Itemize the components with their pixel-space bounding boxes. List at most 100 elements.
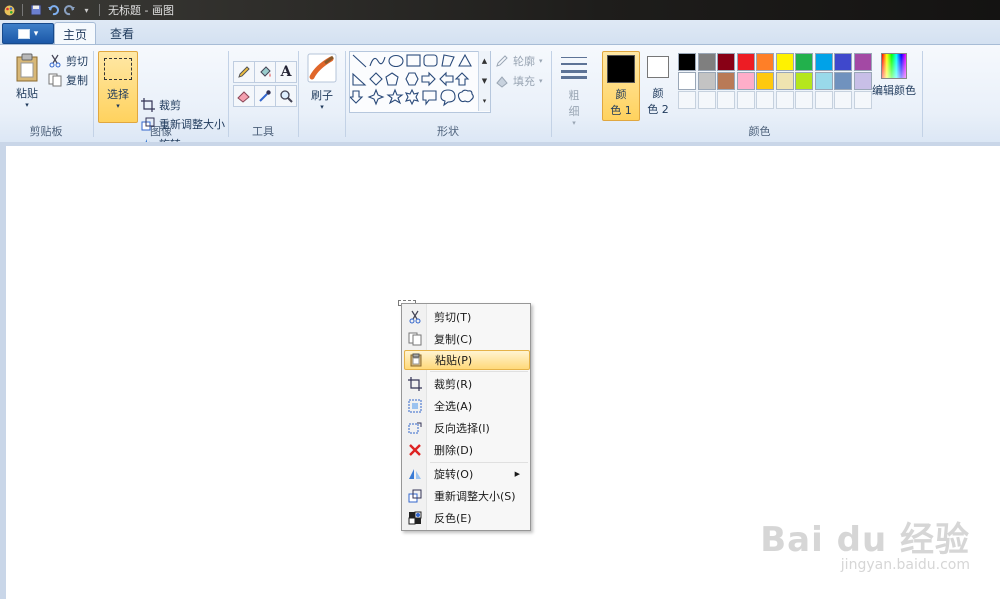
fill-tool[interactable] — [254, 61, 276, 83]
chevron-down-icon: ▾ — [539, 77, 543, 85]
menu-item-resize[interactable]: 重新调整大小(S) — [404, 486, 528, 506]
palette-swatch[interactable] — [736, 72, 755, 90]
paint-app-icon[interactable] — [3, 4, 16, 17]
resize-label: 重新调整大小 — [159, 118, 225, 131]
group-divider — [922, 51, 923, 137]
custom-color-slot[interactable] — [697, 91, 716, 109]
custom-color-slot[interactable] — [795, 91, 813, 109]
menu-item-invert-color[interactable]: 反色(E) — [404, 508, 528, 528]
palette-swatch[interactable] — [795, 53, 813, 71]
custom-color-slot[interactable] — [775, 91, 794, 109]
menu-separator — [430, 371, 528, 372]
palette-swatch[interactable] — [697, 72, 716, 90]
palette-swatch[interactable] — [775, 53, 794, 71]
palette-swatch[interactable] — [853, 53, 872, 71]
custom-color-slot[interactable] — [717, 91, 735, 109]
group-divider — [298, 51, 299, 137]
shapes-gallery-scroller[interactable]: ▲ ▼ ▾ — [478, 51, 490, 111]
four-point-star-shape-icon — [367, 88, 385, 106]
palette-swatch[interactable] — [736, 53, 755, 71]
select-button[interactable]: 选择 ▾ — [98, 51, 138, 123]
palette-swatch[interactable] — [814, 72, 833, 90]
gallery-expand-icon[interactable]: ▾ — [483, 97, 487, 105]
menu-item-label: 粘贴(P) — [435, 354, 473, 367]
outline-button[interactable]: 轮廓 ▾ — [495, 53, 543, 69]
palette-swatch[interactable] — [756, 72, 774, 90]
paste-button[interactable]: 粘贴 ▾ — [10, 53, 44, 109]
scroll-down-icon[interactable]: ▼ — [482, 77, 487, 85]
size-label-top: 粗 — [568, 89, 580, 102]
color1-label-top: 颜 — [615, 88, 627, 101]
edit-colors-button[interactable]: 编辑颜色 — [872, 53, 916, 98]
menu-item-rotate[interactable]: 旋转(O) ▶ — [404, 464, 528, 484]
menu-item-delete[interactable]: 删除(D) — [404, 440, 528, 460]
menu-item-paste[interactable]: 粘贴(P) — [404, 350, 530, 370]
palette-swatch[interactable] — [814, 53, 833, 71]
menu-item-invert-selection[interactable]: 反向选择(I) — [404, 418, 528, 438]
copy-button[interactable]: 复制 — [48, 72, 88, 88]
scroll-up-icon[interactable]: ▲ — [482, 57, 487, 65]
size-label-bottom: 细 — [568, 105, 580, 118]
eraser-tool[interactable] — [233, 85, 255, 107]
oval-shape-icon — [388, 54, 404, 68]
palette-swatch[interactable] — [717, 72, 735, 90]
up-arrow-shape-icon — [454, 72, 470, 86]
five-point-star-shape-icon — [386, 88, 404, 105]
chevron-down-icon: ▾ — [539, 57, 543, 65]
palette-swatch[interactable] — [697, 53, 716, 71]
pencil-icon — [238, 66, 250, 78]
resize-icon — [406, 488, 424, 504]
select-label: 选择 — [107, 88, 129, 101]
magnifier-tool[interactable] — [275, 85, 297, 107]
palette-swatch[interactable] — [756, 53, 774, 71]
paste-dropdown-icon: ▾ — [25, 101, 29, 109]
cut-button[interactable]: 剪切 — [48, 53, 88, 69]
custom-color-slot[interactable] — [756, 91, 774, 109]
undo-icon[interactable] — [46, 4, 59, 17]
palette-swatch[interactable] — [795, 72, 813, 90]
menu-item-cut[interactable]: 剪切(T) — [404, 307, 528, 327]
palette-swatch[interactable] — [853, 72, 872, 90]
menu-item-label: 剪切(T) — [434, 311, 472, 324]
palette-swatch[interactable] — [678, 53, 696, 71]
save-icon[interactable] — [29, 4, 42, 17]
palette-swatch[interactable] — [717, 53, 735, 71]
color1-button[interactable]: 颜 色 1 — [602, 51, 640, 121]
menu-item-crop[interactable]: 裁剪(R) — [404, 374, 528, 394]
brushes-button[interactable]: 刷子 ▾ — [303, 53, 341, 111]
palette-swatch[interactable] — [678, 72, 696, 90]
crop-button[interactable]: 裁剪 — [141, 97, 181, 113]
custom-color-slot[interactable] — [814, 91, 833, 109]
custom-color-slot[interactable] — [678, 91, 696, 109]
outline-label: 轮廓 — [513, 55, 535, 68]
custom-color-slot[interactable] — [834, 91, 852, 109]
tab-view[interactable]: 查看 — [102, 22, 142, 44]
paste-label: 粘贴 — [16, 87, 38, 100]
color1-swatch — [607, 55, 635, 83]
fill-button[interactable]: 填充 ▾ — [495, 73, 543, 89]
baidu-jingyan-watermark: Bai du 经验 jingyan.baidu.com — [760, 512, 970, 573]
menu-item-copy[interactable]: 复制(C) — [404, 329, 528, 349]
pencil-tool[interactable] — [233, 61, 255, 83]
color2-button[interactable]: 颜 色 2 — [640, 51, 676, 119]
redo-icon[interactable] — [63, 4, 76, 17]
oval-callout-shape-icon — [440, 89, 456, 107]
menu-item-select-all[interactable]: 全选(A) — [404, 396, 528, 416]
custom-color-slot[interactable] — [736, 91, 755, 109]
customize-dropdown-icon[interactable]: ▾ — [80, 4, 93, 17]
text-tool[interactable]: A — [275, 61, 297, 83]
fill-shape-icon — [495, 74, 509, 88]
tab-home[interactable]: 主页 — [54, 22, 96, 45]
custom-color-slot[interactable] — [853, 91, 872, 109]
hexagon-shape-icon — [405, 72, 419, 86]
color-picker-icon — [259, 90, 271, 102]
resize-button[interactable]: 重新调整大小 — [141, 116, 225, 132]
color2-label-bottom: 色 2 — [647, 103, 669, 116]
color-picker-tool[interactable] — [254, 85, 276, 107]
palette-swatch[interactable] — [834, 72, 852, 90]
menu-item-label: 全选(A) — [434, 400, 473, 413]
palette-swatch[interactable] — [775, 72, 794, 90]
paint-menu-button[interactable]: ▾ — [2, 23, 54, 44]
palette-swatch[interactable] — [834, 53, 852, 71]
size-button[interactable]: 粗 细 ▾ — [555, 55, 593, 127]
